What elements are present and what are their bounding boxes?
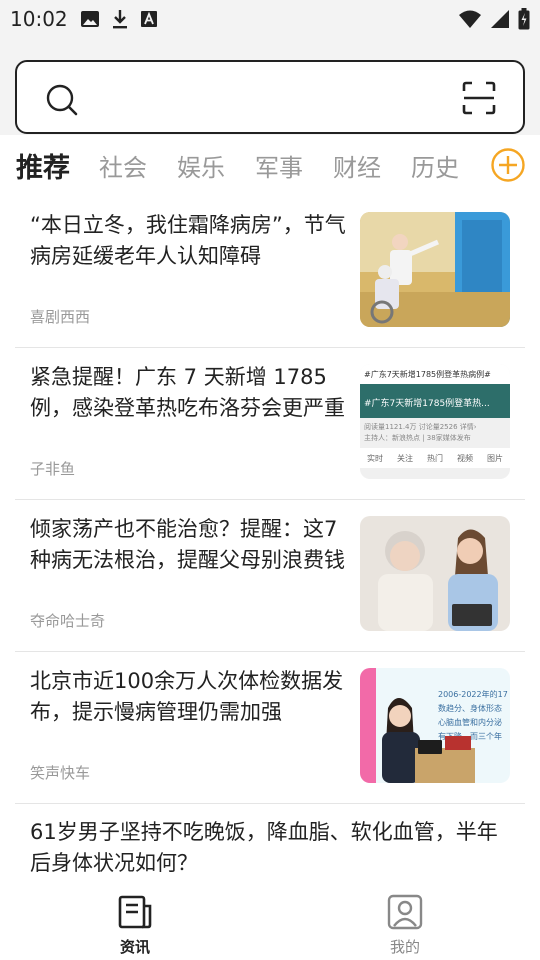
news-thumbnail[interactable] — [360, 516, 510, 631]
battery-icon — [518, 8, 530, 30]
thumb-tab: 关注 — [397, 454, 413, 463]
nav-profile[interactable]: 我的 — [365, 894, 445, 957]
thumb-tab: 实时 — [367, 454, 383, 463]
profile-icon — [387, 894, 423, 930]
news-source: 笑声快车 — [30, 764, 91, 782]
tab-history[interactable]: 历史 — [411, 148, 459, 183]
status-bar: 10:02 — [0, 0, 540, 40]
thumb-banner: #广东7天新增1785例登革热... — [360, 384, 510, 418]
news-source: 夺命哈士奇 — [30, 612, 106, 630]
news-source: 子非鱼 — [30, 460, 76, 478]
thumb-tabs: 实时 关注 热门 视频 图片 — [360, 448, 510, 468]
download-icon — [113, 10, 127, 29]
tab-entertainment[interactable]: 娱乐 — [177, 148, 225, 183]
news-thumbnail[interactable]: #广东7天新增1785例登革热病例# #广东7天新增1785例登革热... 阅读… — [360, 364, 510, 479]
text-a-icon — [141, 11, 157, 27]
news-item[interactable]: 紧急提醒！广东 7 天新增 1785 例，感染登革热吃布洛芬会更严重 子非鱼 #… — [15, 348, 525, 500]
news-title[interactable]: “本日立冬，我住霜降病房”，节气病房延缓老年人认知障碍 — [30, 210, 350, 272]
thumb-stats: 阅读量1121.4万 讨论量2526 详情› — [364, 423, 477, 431]
search-bar[interactable] — [15, 60, 525, 134]
news-item[interactable]: “本日立冬，我住霜降病房”，节气病房延缓老年人认知障碍 喜剧西西 — [15, 196, 525, 348]
add-channel-icon[interactable] — [490, 147, 526, 183]
family-tablet-image — [360, 516, 510, 631]
scan-icon[interactable] — [461, 80, 497, 116]
search-header — [0, 40, 540, 135]
speaker-figure — [382, 698, 475, 783]
search-input[interactable] — [92, 78, 452, 118]
thumb-tab: 视频 — [457, 454, 473, 463]
search-icon[interactable] — [45, 83, 79, 117]
tab-recommend[interactable]: 推荐 — [16, 146, 70, 185]
thumb-tab: 图片 — [487, 454, 503, 463]
tab-society[interactable]: 社会 — [99, 148, 147, 183]
news-item[interactable]: 倾家荡产也不能治愈？提醒：这7种病无法根治，提醒父母别浪费钱 夺命哈士奇 — [15, 500, 525, 652]
news-source: 喜剧西西 — [30, 308, 91, 326]
news-title[interactable]: 紧急提醒！广东 7 天新增 1785 例，感染登革热吃布洛芬会更严重 — [30, 362, 350, 424]
news-thumbnail[interactable]: 2006-2022年的17 数趋分、身体形态 心脑血管和内分泌 有下降，而三个年 — [360, 668, 510, 783]
wifi-icon — [459, 10, 481, 28]
channel-tabs: 推荐 社会 娱乐 军事 财经 历史 — [0, 136, 540, 196]
news-icon — [118, 895, 152, 929]
thumb-host: 主持人：新浪热点 | 38家媒体发布 — [364, 434, 471, 442]
nav-label: 我的 — [389, 938, 420, 956]
bottom-nav: 资讯 我的 — [0, 880, 540, 960]
news-title[interactable]: 北京市近100余万人次体检数据发布，提示慢病管理仍需加强 — [30, 666, 350, 728]
news-title[interactable]: 61岁男子坚持不吃晚饭，降血脂、软化血管，半年后身体状况如何？ — [30, 817, 510, 879]
nav-news[interactable]: 资讯 — [95, 894, 175, 957]
tab-finance[interactable]: 财经 — [333, 148, 381, 183]
signal-icon — [491, 10, 509, 28]
news-thumbnail[interactable] — [360, 212, 510, 327]
thumb-header: #广东7天新增1785例登革热病例# — [360, 364, 510, 384]
image-icon — [81, 11, 99, 27]
nav-label: 资讯 — [119, 938, 150, 956]
news-title[interactable]: 倾家荡产也不能治愈？提醒：这7种病无法根治，提醒父母别浪费钱 — [30, 514, 350, 576]
news-item[interactable]: 北京市近100余万人次体检数据发布，提示慢病管理仍需加强 笑声快车 2006-2… — [15, 652, 525, 804]
status-time: 10:02 — [10, 7, 68, 31]
hospital-corridor-image — [360, 212, 510, 327]
thumb-tab: 热门 — [427, 454, 443, 463]
tab-military[interactable]: 军事 — [255, 148, 303, 183]
